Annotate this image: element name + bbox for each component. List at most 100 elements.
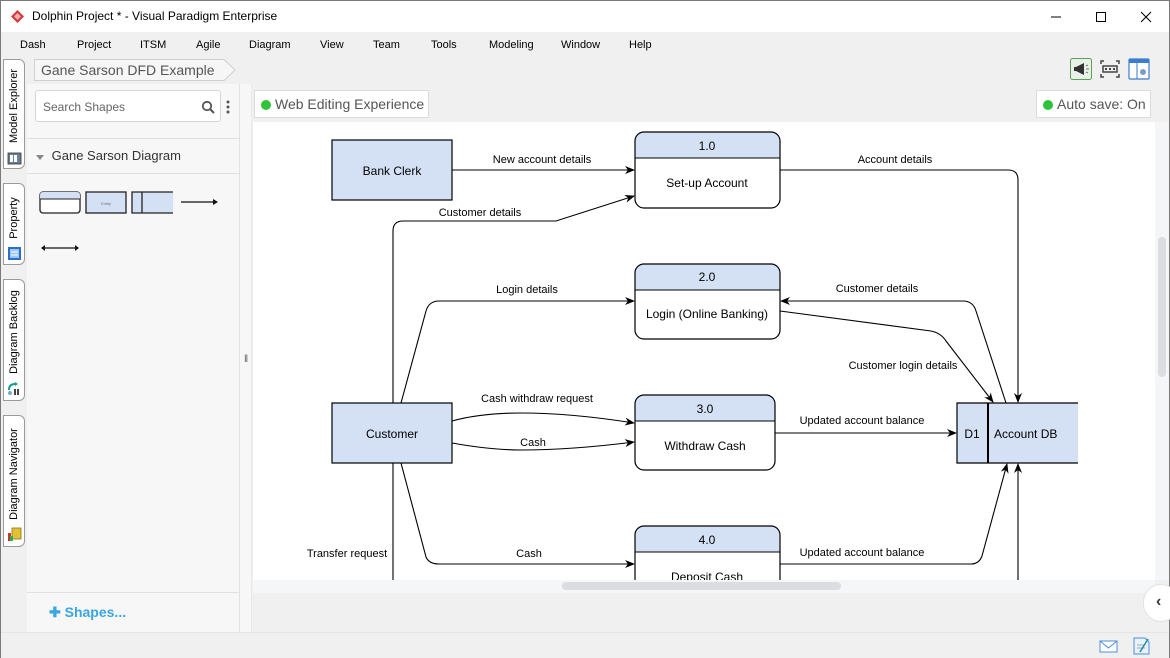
menu-modeling[interactable]: Modeling [489, 39, 534, 51]
process-1[interactable]: 1.0 Set-up Account [634, 131, 781, 209]
menu-diagram[interactable]: Diagram [249, 39, 291, 51]
maximize-icon [1096, 11, 1106, 22]
tab-model-explorer-label: Model Explorer [8, 69, 20, 143]
process-3[interactable]: 3.0 Withdraw Cash [634, 394, 776, 471]
tab-diagram-navigator-label: Diagram Navigator [8, 428, 20, 520]
process-2[interactable]: 2.0 Login (Online Banking) [634, 263, 781, 340]
menu-bar: Dash Project ITSM Agile Diagram View Tea… [1, 32, 1169, 57]
tab-model-explorer[interactable]: Model Explorer [3, 59, 25, 169]
auto-save-badge[interactable]: Auto save: On [1036, 90, 1151, 118]
flow-label: Cash [516, 548, 542, 560]
flow-label: Account details [858, 154, 933, 166]
flow-login-details[interactable] [400, 297, 635, 404]
palette-entity[interactable]: Entity [85, 191, 127, 214]
menu-view[interactable]: View [320, 39, 344, 51]
data-store-account-db[interactable]: D1 Account DB [956, 402, 1078, 464]
palette-bidirectional-flow[interactable] [41, 242, 79, 254]
diagram-navigator-icon [8, 527, 22, 541]
maximize-button[interactable] [1078, 1, 1124, 32]
diagram-backlog-icon [8, 382, 19, 395]
process-2-label: Login (Online Banking) [646, 307, 768, 321]
process-2-number: 2.0 [699, 270, 716, 284]
menu-window[interactable]: Window [561, 39, 600, 51]
more-options-icon[interactable] [226, 100, 230, 114]
search-icon[interactable] [201, 100, 215, 114]
panel-divider [27, 138, 240, 139]
visual-paradigm-logo-icon [11, 10, 24, 23]
category-label: Gane Sarson Diagram [51, 148, 181, 163]
app-window: Dolphin Project * - Visual Paradigm Ente… [0, 0, 1170, 658]
panel-splitter[interactable]: ‖ [240, 84, 252, 632]
process-3-number: 3.0 [697, 402, 714, 416]
data-store-id: D1 [964, 427, 980, 441]
web-editing-badge[interactable]: Web Editing Experience [254, 90, 429, 118]
auto-save-label: Auto save: On [1057, 96, 1146, 112]
flow-customer-details-to-login[interactable] [780, 297, 1007, 404]
diagram-canvas[interactable]: Bank Clerk Customer 1.0 Set-up Account 2… [253, 122, 1155, 580]
menu-project[interactable]: Project [77, 39, 111, 51]
tab-property-label: Property [8, 197, 20, 239]
mail-icon[interactable] [1099, 637, 1119, 655]
menu-dash[interactable]: Dash [20, 39, 46, 51]
panel-divider [27, 592, 240, 593]
tab-diagram-navigator[interactable]: Diagram Navigator [3, 415, 25, 547]
status-bar [1, 632, 1169, 658]
property-icon [8, 247, 21, 260]
menu-itsm[interactable]: ITSM [140, 39, 166, 51]
model-explorer-icon [7, 152, 22, 165]
palette-data-flow[interactable] [179, 196, 219, 208]
flow-cash-withdraw-request[interactable] [451, 412, 635, 426]
fit-diagram-button[interactable] [1099, 58, 1121, 80]
category-gane-sarson[interactable]: Gane Sarson Diagram [35, 148, 181, 163]
chevron-left-icon: ‹ [1156, 593, 1162, 610]
entity-customer[interactable]: Customer [331, 402, 453, 464]
minimize-button[interactable] [1033, 1, 1079, 32]
status-dot-icon [261, 100, 271, 110]
menu-team[interactable]: Team [373, 39, 400, 51]
menu-agile[interactable]: Agile [196, 39, 220, 51]
announcement-button[interactable] [1070, 58, 1092, 80]
panel-layout-icon [1128, 58, 1150, 80]
search-shapes-placeholder: Search Shapes [43, 100, 126, 114]
collapse-triangle-icon [36, 154, 44, 160]
palette-process[interactable] [39, 191, 81, 214]
process-4-number: 4.0 [699, 533, 716, 547]
flow-label: Cash [520, 437, 546, 449]
megaphone-icon [1070, 58, 1092, 80]
dfd-diagram[interactable]: Bank Clerk Customer 1.0 Set-up Account 2… [253, 122, 1155, 580]
search-shapes-input[interactable]: Search Shapes [35, 90, 221, 122]
process-4[interactable]: 4.0 Deposit Cash [634, 525, 781, 580]
vertical-scrollbar[interactable] [1155, 122, 1169, 580]
collapse-panel-button[interactable]: ‹ [1143, 584, 1170, 622]
flow-customer-details-to-setup[interactable] [392, 194, 635, 403]
horizontal-scrollbar[interactable] [253, 580, 1155, 593]
flow-label: Transfer request [307, 548, 387, 560]
fit-to-window-icon [1100, 60, 1120, 78]
side-tab-bar: Model Explorer Property Diagram Backlog … [2, 57, 26, 637]
layout-panel-button[interactable] [1128, 58, 1150, 80]
palette-data-store[interactable] [131, 191, 173, 214]
tab-diagram-backlog[interactable]: Diagram Backlog [3, 279, 25, 401]
horizontal-scroll-thumb[interactable] [562, 582, 841, 590]
notes-icon[interactable] [1132, 637, 1152, 655]
flow-label: Updated account balance [800, 547, 925, 559]
tab-diagram-backlog-label: Diagram Backlog [8, 290, 20, 374]
splitter-grip-icon: ‖ [244, 354, 249, 365]
flow-label: Customer login details [849, 360, 958, 372]
flow-customer-login-details[interactable] [779, 310, 994, 403]
more-shapes-link[interactable]: ✚ Shapes... [49, 604, 126, 621]
process-1-number: 1.0 [699, 139, 716, 153]
flow-label: Cash withdraw request [481, 393, 593, 405]
title-bar: Dolphin Project * - Visual Paradigm Ente… [1, 1, 1169, 32]
close-button[interactable] [1123, 1, 1169, 32]
panel-divider [27, 173, 240, 174]
menu-tools[interactable]: Tools [431, 39, 457, 51]
entity-bank-clerk[interactable]: Bank Clerk [331, 139, 453, 201]
web-editing-label: Web Editing Experience [275, 96, 425, 112]
flow-label: Updated account balance [800, 415, 925, 427]
plus-icon: ✚ [49, 604, 65, 620]
minimize-icon [1051, 16, 1061, 17]
vertical-scroll-thumb[interactable] [1158, 237, 1166, 377]
tab-property[interactable]: Property [3, 183, 25, 265]
menu-help[interactable]: Help [629, 39, 652, 51]
